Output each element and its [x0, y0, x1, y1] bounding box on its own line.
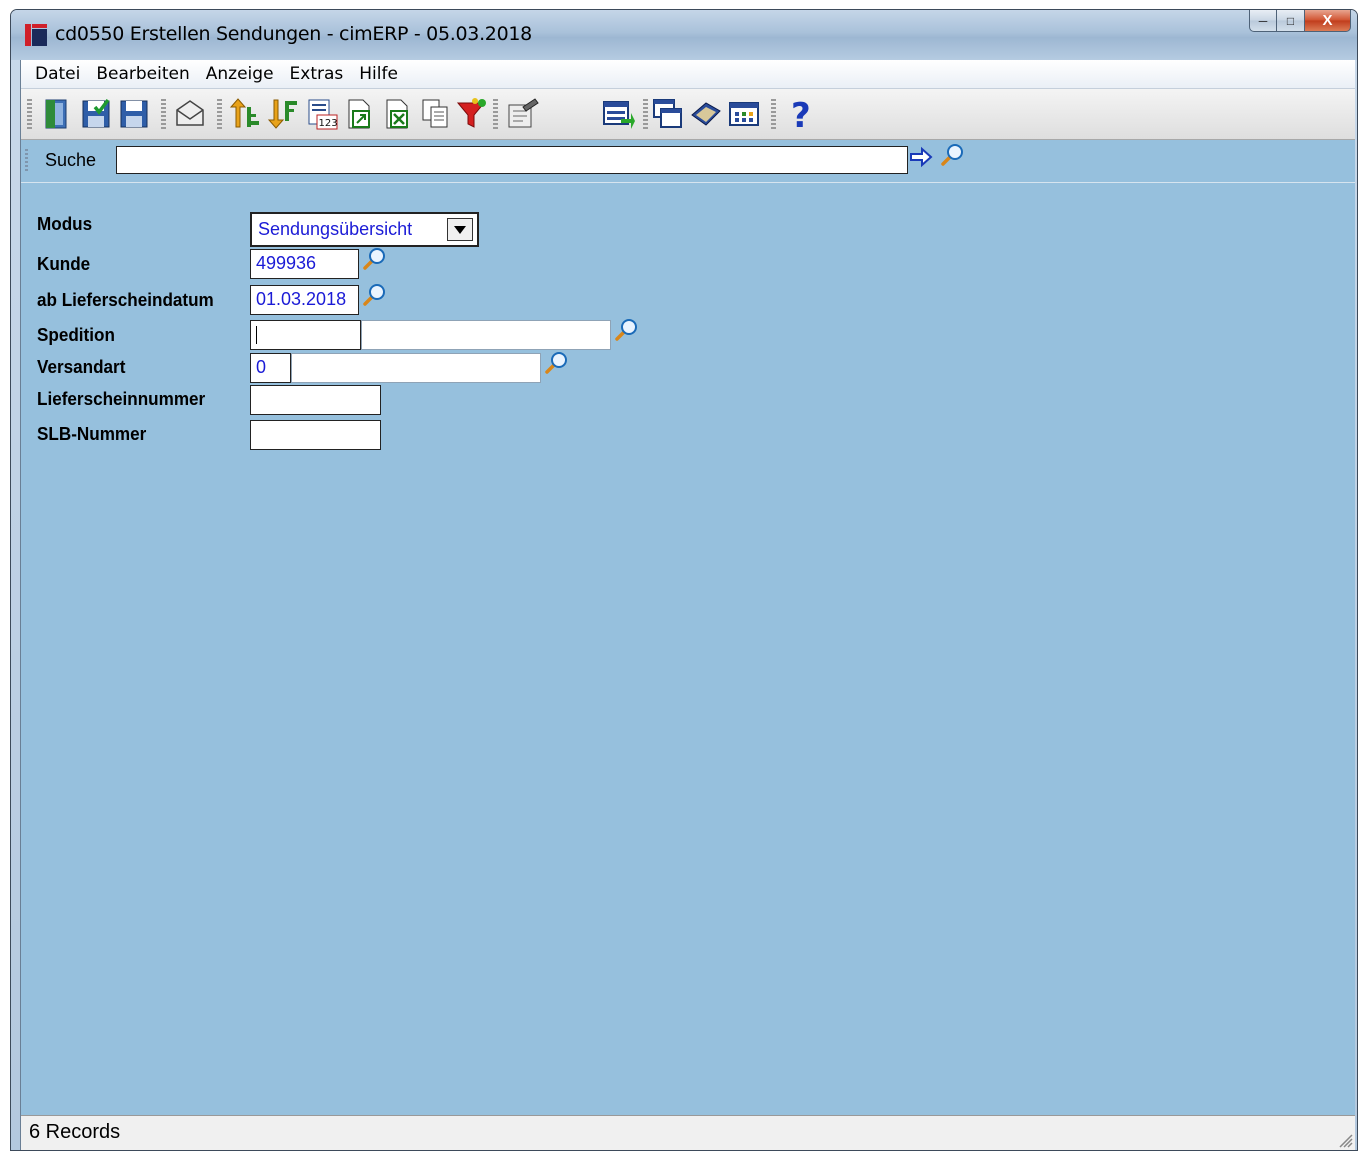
sort-ascending-icon[interactable] — [227, 97, 261, 131]
modus-value: Sendungsübersicht — [258, 219, 413, 239]
lieferscheinnummer-input[interactable] — [250, 385, 381, 415]
mail-icon[interactable] — [173, 97, 207, 131]
search-input[interactable] — [116, 146, 908, 174]
toolbar-separator — [493, 99, 498, 129]
app-window: cd0550 Erstellen Sendungen - cimERP - 05… — [10, 9, 1358, 1151]
menu-bearbeiten[interactable]: Bearbeiten — [88, 64, 197, 84]
kunde-lookup-icon[interactable] — [361, 246, 387, 272]
modus-dropdown-button[interactable] — [447, 218, 473, 241]
book-icon[interactable] — [689, 97, 723, 131]
maximize-button[interactable]: □ — [1277, 10, 1305, 32]
versandart-code-input[interactable]: 0 — [250, 353, 291, 383]
toolbar-separator — [217, 99, 222, 129]
slb-nummer-input[interactable] — [250, 420, 381, 450]
kunde-label: Kunde — [37, 254, 91, 274]
versandart-name-field — [291, 353, 541, 383]
versandart-label: Versandart — [37, 357, 126, 377]
close-button[interactable]: X — [1305, 10, 1351, 32]
minimize-button[interactable]: ─ — [1249, 10, 1277, 32]
arrow-right-icon[interactable] — [908, 145, 934, 169]
menu-anzeige[interactable]: Anzeige — [198, 64, 282, 84]
windows-icon[interactable] — [651, 97, 685, 131]
search-bar-grip[interactable] — [25, 149, 28, 171]
spedition-label: Spedition — [37, 325, 115, 345]
toolbar-separator — [771, 99, 776, 129]
grid-icon[interactable] — [727, 97, 761, 131]
toolbar-separator — [161, 99, 166, 129]
maximize-icon: □ — [1286, 13, 1295, 28]
excel-export-icon[interactable] — [381, 97, 415, 131]
slb-nummer-label: SLB-Nummer — [37, 424, 147, 444]
export-document-icon[interactable] — [343, 97, 377, 131]
lieferscheindatum-input[interactable]: 01.03.2018 — [250, 285, 359, 315]
menu-datei[interactable]: Datei — [21, 64, 88, 84]
calendar-123-icon[interactable]: 123 — [305, 97, 339, 131]
chevron-down-icon — [454, 225, 466, 234]
window-title: cd0550 Erstellen Sendungen - cimERP - 05… — [55, 23, 532, 45]
toolbar-separator — [27, 99, 32, 129]
search-label: Suche — [45, 150, 97, 170]
resize-grip-icon[interactable] — [1335, 1130, 1353, 1148]
save-icon[interactable] — [117, 97, 151, 131]
menu-hilfe[interactable]: Hilfe — [351, 64, 406, 84]
modus-label: Modus — [37, 214, 93, 234]
toolbar-separator — [643, 99, 648, 129]
search-magnifier-icon[interactable] — [939, 142, 965, 168]
edit-properties-icon[interactable] — [505, 97, 539, 131]
copy-document-icon[interactable] — [419, 97, 453, 131]
lieferscheinnummer-label: Lieferscheinnummer — [37, 389, 206, 409]
exit-icon[interactable] — [39, 97, 73, 131]
lieferscheindatum-label: ab Lieferscheindatum — [37, 290, 214, 310]
menu-extras[interactable]: Extras — [282, 64, 352, 84]
search-bar: Suche — [21, 140, 1355, 183]
svg-text:?: ? — [791, 97, 811, 131]
sort-descending-icon[interactable] — [265, 97, 299, 131]
status-text: 6 Records — [29, 1121, 121, 1143]
modus-select[interactable]: Sendungsübersicht — [250, 212, 479, 247]
svg-text:123: 123 — [319, 118, 338, 129]
status-bar: 6 Records — [21, 1115, 1355, 1150]
client-area: Datei Bearbeiten Anzeige Extras Hilfe 12… — [20, 60, 1355, 1150]
menu-bar: Datei Bearbeiten Anzeige Extras Hilfe — [21, 60, 1355, 89]
kunde-input[interactable]: 499936 — [250, 249, 359, 279]
spedition-name-field — [361, 320, 611, 350]
close-icon: X — [1322, 12, 1333, 29]
filter-icon[interactable] — [455, 97, 489, 131]
help-icon[interactable]: ? — [785, 97, 819, 131]
app-logo-icon — [25, 24, 47, 46]
save-check-icon[interactable] — [79, 97, 113, 131]
text-cursor — [256, 326, 257, 345]
spedition-lookup-icon[interactable] — [613, 317, 639, 343]
title-bar[interactable]: cd0550 Erstellen Sendungen - cimERP - 05… — [11, 10, 1357, 60]
versandart-lookup-icon[interactable] — [543, 350, 569, 376]
minimize-icon: ─ — [1258, 13, 1268, 28]
lieferscheindatum-lookup-icon[interactable] — [361, 282, 387, 308]
layout-icon[interactable] — [601, 97, 635, 131]
toolbar: 123 ? — [21, 89, 1355, 140]
spedition-code-input[interactable] — [250, 320, 361, 350]
